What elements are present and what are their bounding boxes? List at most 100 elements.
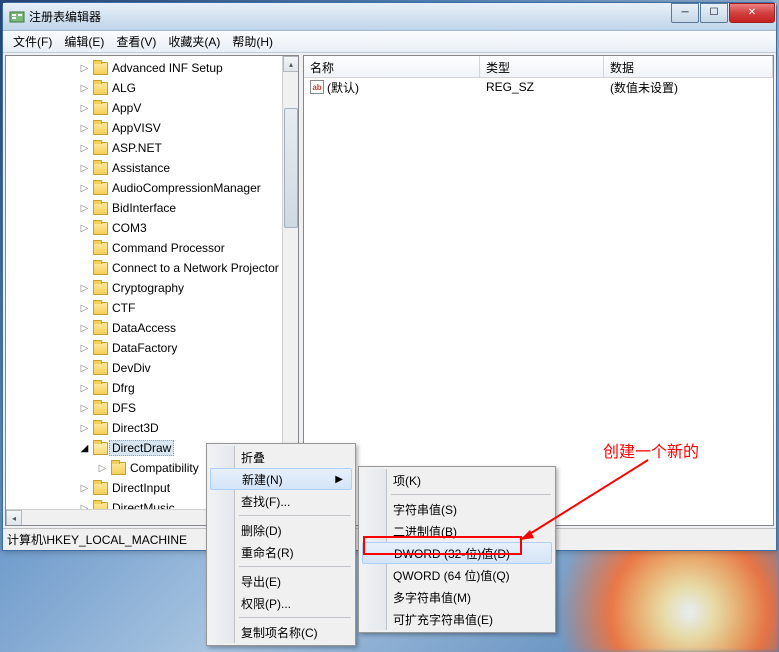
tree-label[interactable]: DataAccess bbox=[112, 321, 176, 335]
tree-node[interactable]: ▷ AppVISV bbox=[6, 118, 298, 138]
tree-label[interactable]: AppVISV bbox=[112, 121, 161, 135]
tree-label[interactable]: Cryptography bbox=[112, 281, 184, 295]
ctx-new[interactable]: 新建(N)▶ bbox=[210, 468, 352, 490]
ctx-new-dword[interactable]: DWORD (32-位)值(D) bbox=[362, 542, 552, 564]
ctx-new-binary[interactable]: 二进制值(B) bbox=[361, 520, 553, 542]
tree-label[interactable]: DataFactory bbox=[112, 341, 177, 355]
expander-icon[interactable]: ▷ bbox=[78, 302, 91, 315]
expander-icon[interactable]: ◢ bbox=[78, 442, 91, 455]
expander-icon[interactable]: ▷ bbox=[78, 222, 91, 235]
tree-node[interactable]: Connect to a Network Projector bbox=[6, 258, 298, 278]
tree-label[interactable]: DirectDraw bbox=[109, 440, 174, 456]
tree-label[interactable]: Advanced INF Setup bbox=[112, 61, 223, 75]
tree-node[interactable]: ▷ DataFactory bbox=[6, 338, 298, 358]
ctx-new-string[interactable]: 字符串值(S) bbox=[361, 498, 553, 520]
tree-label[interactable]: AppV bbox=[112, 101, 141, 115]
ctx-new-expandstring[interactable]: 可扩充字符串值(E) bbox=[361, 608, 553, 630]
tree-node[interactable]: ▷ AudioCompressionManager bbox=[6, 178, 298, 198]
tree-label[interactable]: DirectInput bbox=[112, 481, 170, 495]
close-button[interactable]: ✕ bbox=[729, 3, 775, 23]
tree-node[interactable]: ▷ DFS bbox=[6, 398, 298, 418]
menu-view[interactable]: 查看(V) bbox=[110, 31, 162, 52]
tree-label[interactable]: BidInterface bbox=[112, 201, 176, 215]
regedit-icon bbox=[9, 9, 25, 25]
expander-icon[interactable]: ▷ bbox=[78, 122, 91, 135]
expander-icon[interactable]: ▷ bbox=[78, 482, 91, 495]
expander-icon[interactable]: ▷ bbox=[78, 282, 91, 295]
maximize-button[interactable]: ☐ bbox=[700, 3, 728, 23]
tree-label[interactable]: DevDiv bbox=[112, 361, 151, 375]
tree-node[interactable]: ▷ ALG bbox=[6, 78, 298, 98]
tree-node[interactable]: ▷ Assistance bbox=[6, 158, 298, 178]
expander-icon[interactable] bbox=[78, 262, 91, 275]
tree-vscroll[interactable]: ▴ ▾ bbox=[282, 56, 298, 509]
titlebar[interactable]: 注册表编辑器 ─ ☐ ✕ bbox=[3, 3, 776, 31]
ctx-copyname[interactable]: 复制项名称(C) bbox=[209, 621, 353, 643]
expander-icon[interactable]: ▷ bbox=[78, 62, 91, 75]
expander-icon[interactable]: ▷ bbox=[78, 142, 91, 155]
tree-node[interactable]: ▷ Dfrg bbox=[6, 378, 298, 398]
tree-label[interactable]: Connect to a Network Projector bbox=[112, 261, 279, 275]
tree-label[interactable]: DFS bbox=[112, 401, 136, 415]
tree-node[interactable]: Command Processor bbox=[6, 238, 298, 258]
ctx-delete[interactable]: 删除(D) bbox=[209, 519, 353, 541]
ctx-new-key[interactable]: 项(K) bbox=[361, 469, 553, 491]
expander-icon[interactable]: ▷ bbox=[78, 102, 91, 115]
expander-icon[interactable]: ▷ bbox=[78, 422, 91, 435]
minimize-button[interactable]: ─ bbox=[671, 3, 699, 23]
ctx-export[interactable]: 导出(E) bbox=[209, 570, 353, 592]
menu-file[interactable]: 文件(F) bbox=[7, 31, 58, 52]
tree-node[interactable]: ▷ ASP.NET bbox=[6, 138, 298, 158]
tree-label[interactable]: CTF bbox=[112, 301, 135, 315]
tree-node[interactable]: ▷ Advanced INF Setup bbox=[6, 58, 298, 78]
col-type[interactable]: 类型 bbox=[480, 56, 604, 77]
menu-help[interactable]: 帮助(H) bbox=[226, 31, 279, 52]
col-name[interactable]: 名称 bbox=[304, 56, 480, 77]
list-row[interactable]: ab(默认)REG_SZ(数值未设置) bbox=[304, 78, 773, 96]
tree-node[interactable]: ▷ COM3 bbox=[6, 218, 298, 238]
expander-icon[interactable]: ▷ bbox=[78, 82, 91, 95]
ctx-find[interactable]: 查找(F)... bbox=[209, 490, 353, 512]
tree-label[interactable]: Compatibility bbox=[130, 461, 199, 475]
tree-node[interactable]: ▷ DataAccess bbox=[6, 318, 298, 338]
expander-icon[interactable]: ▷ bbox=[78, 322, 91, 335]
ctx-new-multistring[interactable]: 多字符串值(M) bbox=[361, 586, 553, 608]
menu-favorites[interactable]: 收藏夹(A) bbox=[162, 31, 226, 52]
tree-label[interactable]: AudioCompressionManager bbox=[112, 181, 261, 195]
tree-label[interactable]: ASP.NET bbox=[112, 141, 162, 155]
ctx-rename[interactable]: 重命名(R) bbox=[209, 541, 353, 563]
tree-label[interactable]: Assistance bbox=[112, 161, 170, 175]
ctx-collapse[interactable]: 折叠 bbox=[209, 446, 353, 468]
expander-icon[interactable]: ▷ bbox=[78, 362, 91, 375]
scroll-thumb[interactable] bbox=[284, 108, 298, 228]
tree-label[interactable]: Command Processor bbox=[112, 241, 225, 255]
tree-node[interactable]: ▷ Cryptography bbox=[6, 278, 298, 298]
tree-node[interactable]: ▷ DevDiv bbox=[6, 358, 298, 378]
expander-icon[interactable]: ▷ bbox=[78, 402, 91, 415]
expander-icon[interactable]: ▷ bbox=[78, 182, 91, 195]
expander-icon[interactable]: ▷ bbox=[78, 342, 91, 355]
submenu-arrow-icon: ▶ bbox=[335, 474, 343, 485]
tree-node[interactable]: ▷ CTF bbox=[6, 298, 298, 318]
tree-label[interactable]: COM3 bbox=[112, 221, 147, 235]
scroll-up-button[interactable]: ▴ bbox=[283, 56, 299, 72]
expander-icon[interactable]: ▷ bbox=[78, 382, 91, 395]
tree-node[interactable]: ▷ BidInterface bbox=[6, 198, 298, 218]
folder-icon bbox=[93, 482, 108, 495]
tree-node[interactable]: ▷ Direct3D bbox=[6, 418, 298, 438]
tree-label[interactable]: Direct3D bbox=[112, 421, 159, 435]
expander-icon[interactable]: ▷ bbox=[96, 462, 109, 475]
tree-label[interactable]: ALG bbox=[112, 81, 136, 95]
ctx-permissions[interactable]: 权限(P)... bbox=[209, 592, 353, 614]
expander-icon[interactable] bbox=[78, 242, 91, 255]
expander-icon[interactable]: ▷ bbox=[78, 162, 91, 175]
tree-label[interactable]: Dfrg bbox=[112, 381, 135, 395]
menu-edit[interactable]: 编辑(E) bbox=[58, 31, 110, 52]
scroll-left-button[interactable]: ◂ bbox=[6, 510, 22, 526]
list-pane[interactable]: 名称 类型 数据 ab(默认)REG_SZ(数值未设置) bbox=[303, 55, 774, 526]
col-data[interactable]: 数据 bbox=[604, 56, 773, 77]
folder-icon bbox=[93, 122, 108, 135]
expander-icon[interactable]: ▷ bbox=[78, 202, 91, 215]
ctx-new-qword[interactable]: QWORD (64 位)值(Q) bbox=[361, 564, 553, 586]
tree-node[interactable]: ▷ AppV bbox=[6, 98, 298, 118]
